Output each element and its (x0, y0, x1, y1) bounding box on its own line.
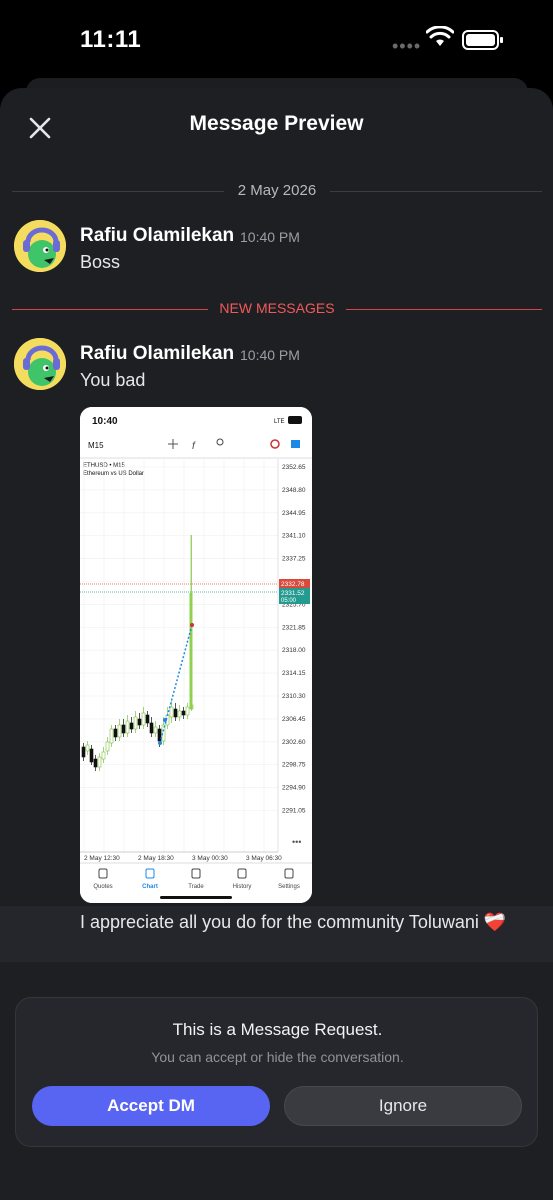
message-author[interactable]: Rafiu Olamilekan (80, 225, 234, 247)
candle (181, 710, 186, 716)
price-tick-label: 2298.75 (282, 762, 306, 769)
avatar[interactable] (14, 338, 66, 390)
time-tick-label: 2 May 12:30 (84, 855, 120, 862)
status-time: 11:11 (80, 26, 142, 53)
image-attachment[interactable]: 10:40 LTE M15 f ETHUSD • M15 Ethereum vs… (80, 407, 312, 903)
price-tick-label: 2314.15 (282, 670, 306, 677)
candle (177, 710, 182, 718)
avatar[interactable] (14, 220, 66, 272)
candle (129, 722, 134, 730)
new-messages-divider: NEW MESSAGES (12, 299, 542, 319)
request-title: This is a Message Request. (172, 1020, 383, 1039)
request-subtitle: You can accept or hide the conversation. (151, 1049, 404, 1065)
candle (113, 728, 118, 738)
candle (101, 751, 106, 760)
candle (149, 722, 154, 734)
message-text: You bad (80, 370, 146, 390)
attachment-status-network: LTE (274, 419, 285, 425)
price-tick-label: 2344.95 (282, 510, 306, 517)
accept-dm-button[interactable]: Accept DM (32, 1086, 270, 1126)
price-label-red: 2332.78 (281, 581, 305, 588)
candle (173, 708, 178, 718)
price-tick-label: 2306.45 (282, 716, 306, 723)
tab-label: Quotes (93, 884, 112, 890)
time-tick-label: 2 May 18:30 (138, 855, 174, 862)
message-timestamp: 10:40 PM (240, 229, 300, 245)
price-tick-label: 2318.00 (282, 647, 306, 654)
price-tick-label: 2294.90 (282, 785, 306, 792)
price-tick-label: 2337.25 (282, 556, 306, 563)
candle (141, 712, 146, 726)
price-label-teal: 2331.52 (281, 590, 305, 597)
price-tick-label: 2352.65 (282, 464, 306, 471)
message-text: I appreciate all you do for the communit… (80, 912, 507, 932)
signal-icon: •••• (392, 36, 422, 56)
candle (117, 724, 122, 738)
candle (85, 744, 90, 752)
attachment-timeframe: M15 (88, 441, 104, 450)
candle (137, 718, 142, 726)
candle (109, 728, 114, 744)
candle (169, 706, 174, 718)
new-messages-label: NEW MESSAGES (219, 300, 335, 316)
price-tick-label: 2348.80 (282, 487, 306, 494)
message-timestamp: 10:40 PM (240, 347, 300, 363)
candle (125, 720, 130, 734)
status-bar: 11:11 •••• (0, 0, 553, 80)
candle (185, 706, 190, 716)
message-text: Boss (80, 252, 121, 272)
candle (153, 726, 158, 734)
time-tick-label: 3 May 00:30 (192, 855, 228, 862)
price-tick-label: 2302.60 (282, 739, 306, 746)
page-title: Message Preview (189, 112, 364, 135)
candle (189, 593, 193, 709)
ignore-button[interactable]: Ignore (284, 1086, 522, 1126)
candle (81, 746, 86, 758)
message-request-card: This is a Message Request. You can accep… (15, 997, 538, 1147)
time-tick-label: 3 May 06:30 (246, 855, 282, 862)
date-divider: 2 May 2026 (12, 181, 542, 201)
tab-label: Trade (188, 884, 204, 890)
tab-label: Settings (278, 884, 300, 890)
price-tick-label: 2291.05 (282, 808, 306, 815)
attachment-status-time: 10:40 (92, 416, 118, 427)
price-label-teal-sub: 05:00 (281, 598, 297, 604)
svg-text:•••: ••• (292, 837, 301, 847)
tab-label: Chart (142, 884, 158, 890)
wifi-icon (426, 26, 454, 46)
message-author[interactable]: Rafiu Olamilekan (80, 343, 234, 365)
candle (121, 724, 126, 734)
battery-icon (462, 30, 503, 50)
price-tick-label: 2310.30 (282, 693, 306, 700)
tab-label: History (233, 884, 252, 890)
candle (93, 758, 98, 768)
candle (145, 714, 150, 724)
candle (157, 728, 162, 742)
candle (97, 756, 102, 768)
attachment-subtitle: Ethereum vs US Dollar (83, 471, 144, 477)
candle (89, 748, 94, 763)
price-tick-label: 2341.10 (282, 533, 306, 540)
price-tick-label: 2321.85 (282, 624, 306, 631)
candle (105, 741, 110, 752)
message-preview-sheet: Message Preview 2 May 2026 Rafiu Olamile… (0, 88, 553, 1200)
candle (133, 716, 138, 730)
